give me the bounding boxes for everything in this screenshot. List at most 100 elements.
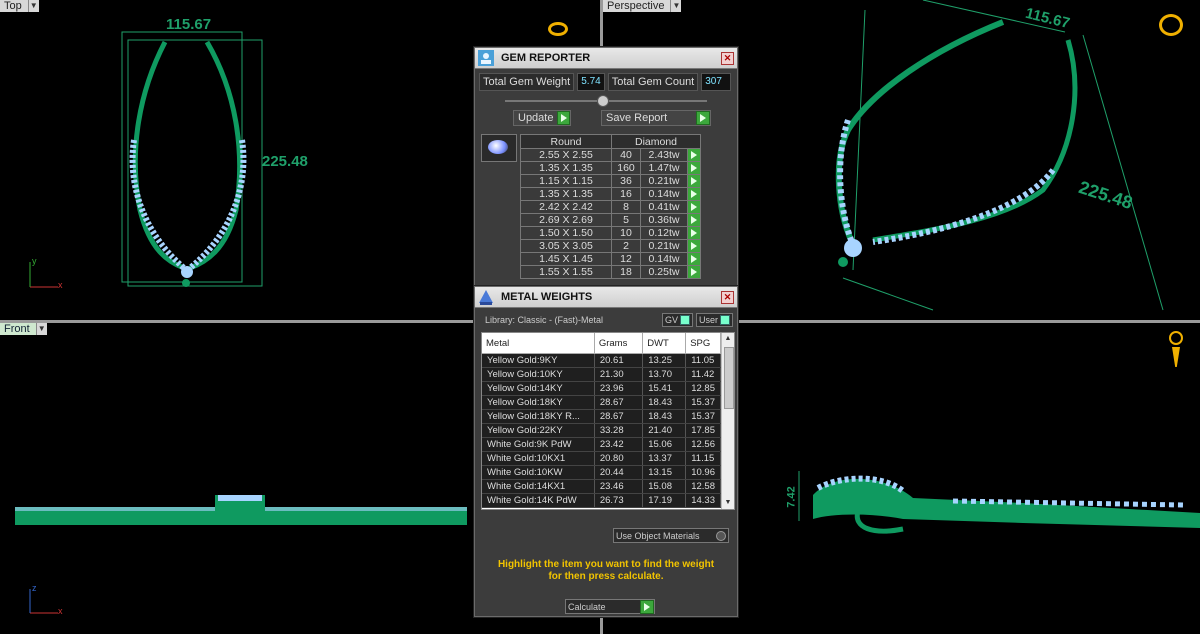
- table-row[interactable]: Yellow Gold:18KY 28.67 18.43 15.37: [482, 395, 721, 410]
- play-icon: [688, 240, 700, 252]
- round-diamond-thumbnail[interactable]: [481, 134, 517, 162]
- table-row[interactable]: 3.05 X 3.05 2 0.21tw: [520, 239, 701, 253]
- table-row[interactable]: 1.35 X 1.35 16 0.14tw: [520, 187, 701, 201]
- metal-grams: 26.73: [594, 493, 644, 508]
- table-row[interactable]: White Gold:14KX1 23.46 15.08 12.58: [482, 479, 721, 494]
- table-row[interactable]: Yellow Gold:18KY R... 28.67 18.43 15.37: [482, 409, 721, 424]
- gem-actions: Update Save Report: [475, 107, 737, 126]
- metal-table-container[interactable]: Metal Grams DWT SPG Yellow Gold:9KY 20.61…: [481, 332, 735, 510]
- select-row-button[interactable]: [687, 226, 701, 240]
- table-row[interactable]: 1.45 X 1.45 12 0.14tw: [520, 252, 701, 266]
- spg-col-header[interactable]: SPG: [685, 333, 721, 354]
- slider-knob[interactable]: [597, 95, 609, 107]
- gv-toggle[interactable]: GV: [661, 313, 693, 327]
- gem-weight: 0.25tw: [640, 265, 688, 279]
- total-gem-count-value: 307: [701, 73, 732, 91]
- metal-name: Yellow Gold:22KY: [482, 423, 595, 438]
- use-object-materials-toggle[interactable]: Use Object Materials: [613, 528, 729, 543]
- gem-slider[interactable]: [505, 95, 707, 107]
- gem-count: 8: [611, 200, 641, 214]
- metal-col-header[interactable]: Metal: [482, 333, 595, 354]
- select-row-button[interactable]: [687, 187, 701, 201]
- user-toggle[interactable]: User: [695, 313, 733, 327]
- select-row-button[interactable]: [687, 265, 701, 279]
- table-row[interactable]: White Gold:9K PdW 23.42 15.06 12.56: [482, 437, 721, 452]
- select-row-button[interactable]: [687, 148, 701, 162]
- metal-weights-titlebar[interactable]: METAL WEIGHTS ✕: [475, 287, 737, 308]
- select-row-button[interactable]: [687, 200, 701, 214]
- viewport-label-top[interactable]: Top ▼: [0, 0, 39, 12]
- save-report-button[interactable]: Save Report: [601, 110, 711, 126]
- metal-spg: 14.33: [685, 493, 721, 508]
- table-row[interactable]: 1.55 X 1.55 18 0.25tw: [520, 265, 701, 279]
- play-icon: [688, 162, 700, 174]
- scroll-down-icon[interactable]: ▼: [722, 497, 734, 509]
- ring-icon-top[interactable]: [548, 22, 568, 36]
- metal-dwt: 21.40: [642, 423, 687, 438]
- metal-name: White Gold:14KX1: [482, 479, 595, 494]
- table-row[interactable]: 1.15 X 1.15 36 0.21tw: [520, 174, 701, 188]
- select-row-button[interactable]: [687, 213, 701, 227]
- axis-z-label: z: [32, 583, 37, 593]
- select-row-button[interactable]: [687, 174, 701, 188]
- table-row[interactable]: 2.69 X 2.69 5 0.36tw: [520, 213, 701, 227]
- chevron-down-icon[interactable]: ▼: [35, 323, 47, 335]
- close-icon[interactable]: ✕: [721, 51, 734, 65]
- gem-weight: 0.14tw: [640, 187, 688, 201]
- metal-spg: 11.05: [685, 353, 721, 368]
- gem-totals-row: Total Gem Weight 5.74 Total Gem Count 30…: [475, 69, 737, 91]
- metal-weights-title: METAL WEIGHTS: [501, 291, 593, 303]
- metal-grams: 20.80: [594, 451, 644, 466]
- grams-col-header[interactable]: Grams: [594, 333, 644, 354]
- table-row[interactable]: 2.42 X 2.42 8 0.41tw: [520, 200, 701, 214]
- table-row[interactable]: White Gold:10KX1 20.80 13.37 11.15: [482, 451, 721, 466]
- metal-spg: 11.15: [685, 451, 721, 466]
- metal-spg: 12.85: [685, 381, 721, 396]
- metal-dwt: 17.19: [642, 493, 687, 508]
- metal-spg: 12.56: [685, 437, 721, 452]
- scroll-up-icon[interactable]: ▲: [722, 333, 734, 345]
- table-row[interactable]: Yellow Gold:10KY 21.30 13.70 11.42: [482, 367, 721, 382]
- play-icon: [640, 599, 654, 614]
- gem-count: 12: [611, 252, 641, 266]
- gem-size: 1.35 X 1.35: [520, 161, 612, 175]
- metal-dwt: 18.43: [642, 409, 687, 424]
- total-gem-weight-value: 5.74: [577, 73, 605, 91]
- dwt-col-header[interactable]: DWT: [642, 333, 687, 354]
- metal-table-scrollbar[interactable]: ▲ ▼: [721, 333, 734, 509]
- gem-reporter-titlebar[interactable]: GEM REPORTER ✕: [475, 48, 737, 69]
- metal-dwt: 18.43: [642, 395, 687, 410]
- close-icon[interactable]: ✕: [721, 290, 734, 304]
- ring-icon-perspective[interactable]: [1159, 14, 1183, 36]
- top-dim-height: 225.48: [262, 153, 308, 170]
- select-row-button[interactable]: [687, 239, 701, 253]
- table-row[interactable]: 2.55 X 2.55 40 2.43tw: [520, 148, 701, 162]
- table-row[interactable]: White Gold:14K PdW 26.73 17.19 14.33: [482, 493, 721, 508]
- table-row[interactable]: Yellow Gold:9KY 20.61 13.25 11.05: [482, 353, 721, 368]
- table-row[interactable]: 1.35 X 1.35 160 1.47tw: [520, 161, 701, 175]
- total-gem-weight-label: Total Gem Weight: [479, 73, 575, 91]
- table-row[interactable]: White Gold:10KW 20.44 13.15 10.96: [482, 465, 721, 480]
- pendant-icon-side[interactable]: [1169, 331, 1183, 371]
- metal-name: White Gold:10KW: [482, 465, 595, 480]
- chevron-down-icon[interactable]: ▼: [27, 0, 39, 12]
- metal-name: Yellow Gold:18KY R...: [482, 409, 595, 424]
- metal-name: Yellow Gold:14KY: [482, 381, 595, 396]
- calculate-dropdown[interactable]: Calculate: [565, 599, 655, 614]
- select-row-button[interactable]: [687, 252, 701, 266]
- total-gem-count-label: Total Gem Count: [607, 73, 699, 91]
- gem-size: 1.50 X 1.50: [520, 226, 612, 240]
- table-row[interactable]: 1.50 X 1.50 10 0.12tw: [520, 226, 701, 240]
- table-row[interactable]: Yellow Gold:14KY 23.96 15.41 12.85: [482, 381, 721, 396]
- viewport-label-front[interactable]: Front ▼: [0, 323, 47, 335]
- play-icon: [688, 266, 700, 278]
- select-row-button[interactable]: [687, 161, 701, 175]
- gem-weight: 0.21tw: [640, 239, 688, 253]
- metal-name: Yellow Gold:18KY: [482, 395, 595, 410]
- table-row[interactable]: Yellow Gold:22KY 33.28 21.40 17.85: [482, 423, 721, 438]
- update-button[interactable]: Update: [513, 110, 571, 126]
- gem-size: 1.35 X 1.35: [520, 187, 612, 201]
- scroll-thumb[interactable]: [724, 347, 734, 409]
- viewport-label-perspective[interactable]: Perspective ▼: [603, 0, 682, 12]
- chevron-down-icon[interactable]: ▼: [670, 0, 682, 12]
